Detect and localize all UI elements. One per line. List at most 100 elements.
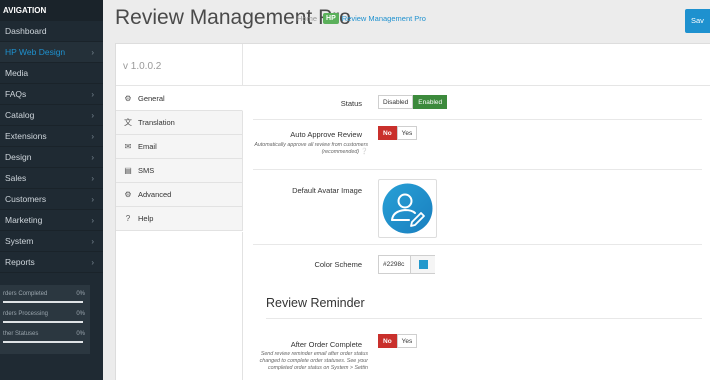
page-header: Review Management Pro Home HP Review Man…	[103, 0, 710, 38]
nav-item-system[interactable]: System ›	[0, 231, 103, 252]
color-scheme-label: Color Scheme	[314, 260, 362, 269]
hp-logo-icon: HP	[323, 13, 339, 24]
main-navigation: AVIGATION Dashboard HP Web Design › Media FA…	[0, 0, 103, 380]
nav-item-reports[interactable]: Reports ›	[0, 252, 103, 273]
tab-help[interactable]: ? Help	[116, 207, 243, 231]
status-disabled-button[interactable]: Disabled	[378, 95, 414, 109]
breadcrumb: Home HP Review Management Pro	[297, 13, 426, 24]
nav-item-hp-web-design[interactable]: HP Web Design ›	[0, 42, 103, 63]
tab-advanced[interactable]: ⚙ Advanced	[116, 183, 243, 207]
sms-icon: ▤	[124, 166, 132, 175]
section-divider	[266, 318, 702, 319]
nav-item-label: Catalog	[5, 110, 35, 120]
divider	[253, 244, 702, 245]
order-stats-list: rders Completed 0% rders Processing 0% ther …	[3, 289, 87, 349]
divider	[253, 169, 702, 170]
nav-item-label: Dashboard	[5, 26, 47, 36]
nav-item-label: Extensions	[5, 131, 47, 141]
auto-approve-help: Automatically approve all review from cu…	[253, 142, 368, 156]
gears-icon: ⚙	[124, 190, 132, 199]
tab-email[interactable]: ✉ Email	[116, 135, 243, 159]
nav-item-catalog[interactable]: Catalog ›	[0, 105, 103, 126]
tab-label: General	[138, 94, 165, 103]
navigation-heading: AVIGATION	[0, 0, 103, 21]
status-enabled-button[interactable]: Enabled	[413, 95, 448, 109]
tab-label: Advanced	[138, 190, 172, 199]
nav-item-dashboard[interactable]: Dashboard	[0, 21, 103, 42]
nav-item-label: HP Web Design	[5, 47, 66, 57]
nav-item-label: Customers	[5, 194, 47, 204]
tabs-filler	[116, 232, 243, 380]
tab-translation[interactable]: 文 Translation	[116, 111, 243, 135]
nav-item-label: Marketing	[5, 215, 43, 225]
chevron-right-icon: ›	[91, 216, 94, 225]
color-picker-button[interactable]	[410, 256, 435, 273]
nav-item-extensions[interactable]: Extensions ›	[0, 126, 103, 147]
question-circle-icon: ?	[125, 214, 131, 223]
save-button[interactable]: Sav	[685, 9, 710, 33]
breadcrumb-home-link[interactable]: Home	[297, 14, 317, 23]
chevron-right-icon: ›	[91, 195, 94, 204]
nav-item-marketing[interactable]: Marketing ›	[0, 210, 103, 231]
nav-item-media[interactable]: Media	[0, 63, 103, 84]
order-stat-progress-bar	[3, 321, 83, 323]
color-scheme-input[interactable]: #2298c	[378, 255, 435, 274]
after-order-yes-button[interactable]: Yes	[396, 334, 418, 348]
chevron-right-icon: ›	[91, 174, 94, 183]
navigation-menu: Dashboard HP Web Design › Media FAQs › Catalog…	[0, 21, 103, 273]
divider	[253, 119, 702, 120]
user-edit-icon	[382, 183, 433, 234]
nav-item-design[interactable]: Design ›	[0, 147, 103, 168]
order-stat: rders Completed 0%	[3, 289, 87, 309]
language-icon: 文	[124, 118, 132, 127]
auto-approve-toggle: No Yes	[378, 126, 418, 140]
nav-item-label: System	[5, 236, 34, 246]
order-stat: rders Processing 0%	[3, 309, 87, 329]
tab-label: Email	[138, 142, 157, 151]
auto-approve-label: Auto Approve Review	[290, 130, 362, 139]
order-stat-label: rders Processing	[3, 311, 49, 317]
chevron-right-icon: ›	[91, 90, 94, 99]
gear-icon: ⚙	[124, 94, 132, 103]
status-toggle: Disabled Enabled	[378, 95, 448, 109]
order-stat: ther Statuses 0%	[3, 329, 87, 349]
auto-approve-no-button[interactable]: No	[378, 126, 397, 140]
nav-item-sales[interactable]: Sales ›	[0, 168, 103, 189]
chevron-right-icon: ›	[91, 48, 94, 57]
tab-label: Help	[138, 214, 154, 223]
order-stat-progress-bar	[3, 341, 83, 343]
chevron-right-icon: ›	[91, 258, 94, 267]
default-avatar-image[interactable]	[378, 179, 437, 238]
breadcrumb-current-link[interactable]: Review Management Pro	[342, 14, 426, 23]
nav-item-label: Sales	[5, 173, 27, 183]
tab-sms[interactable]: ▤ SMS	[116, 159, 243, 183]
chevron-right-icon: ›	[91, 237, 94, 246]
nav-item-label: Media	[5, 68, 29, 78]
order-stat-value: 0%	[76, 291, 85, 297]
order-stat-progress-bar	[3, 301, 83, 303]
color-scheme-value: #2298c	[383, 261, 405, 268]
envelope-icon: ✉	[124, 142, 132, 151]
default-avatar-label: Default Avatar Image	[292, 186, 362, 195]
after-order-no-button[interactable]: No	[378, 334, 397, 348]
nav-item-customers[interactable]: Customers ›	[0, 189, 103, 210]
auto-approve-yes-button[interactable]: Yes	[396, 126, 418, 140]
nav-item-label: FAQs	[5, 89, 27, 99]
nav-item-faqs[interactable]: FAQs ›	[0, 84, 103, 105]
auto-approve-help-text: Automatically approve all review from cu…	[254, 142, 368, 155]
order-stat-value: 0%	[76, 311, 85, 317]
status-label: Status	[340, 99, 362, 108]
review-reminder-heading: Review Reminder	[266, 296, 365, 310]
chevron-right-icon: ›	[91, 111, 94, 120]
order-stats-panel: rders Completed 0% rders Processing 0% ther …	[0, 285, 90, 354]
chevron-right-icon: ›	[91, 153, 94, 162]
after-order-toggle: No Yes	[378, 334, 418, 348]
version-box: v 1.0.0.2	[116, 44, 243, 86]
order-stat-value: 0%	[76, 331, 85, 337]
question-circle-icon: ❔	[360, 149, 368, 155]
tab-label: Translation	[138, 118, 175, 127]
order-stat-label: rders Completed	[3, 291, 48, 297]
settings-tabs: ⚙ General 文 Translation ✉ Email ▤ SMS ⚙ Advanced?…	[116, 87, 243, 231]
tab-general[interactable]: ⚙ General	[116, 87, 243, 111]
order-stat-label: ther Statuses	[3, 331, 39, 337]
